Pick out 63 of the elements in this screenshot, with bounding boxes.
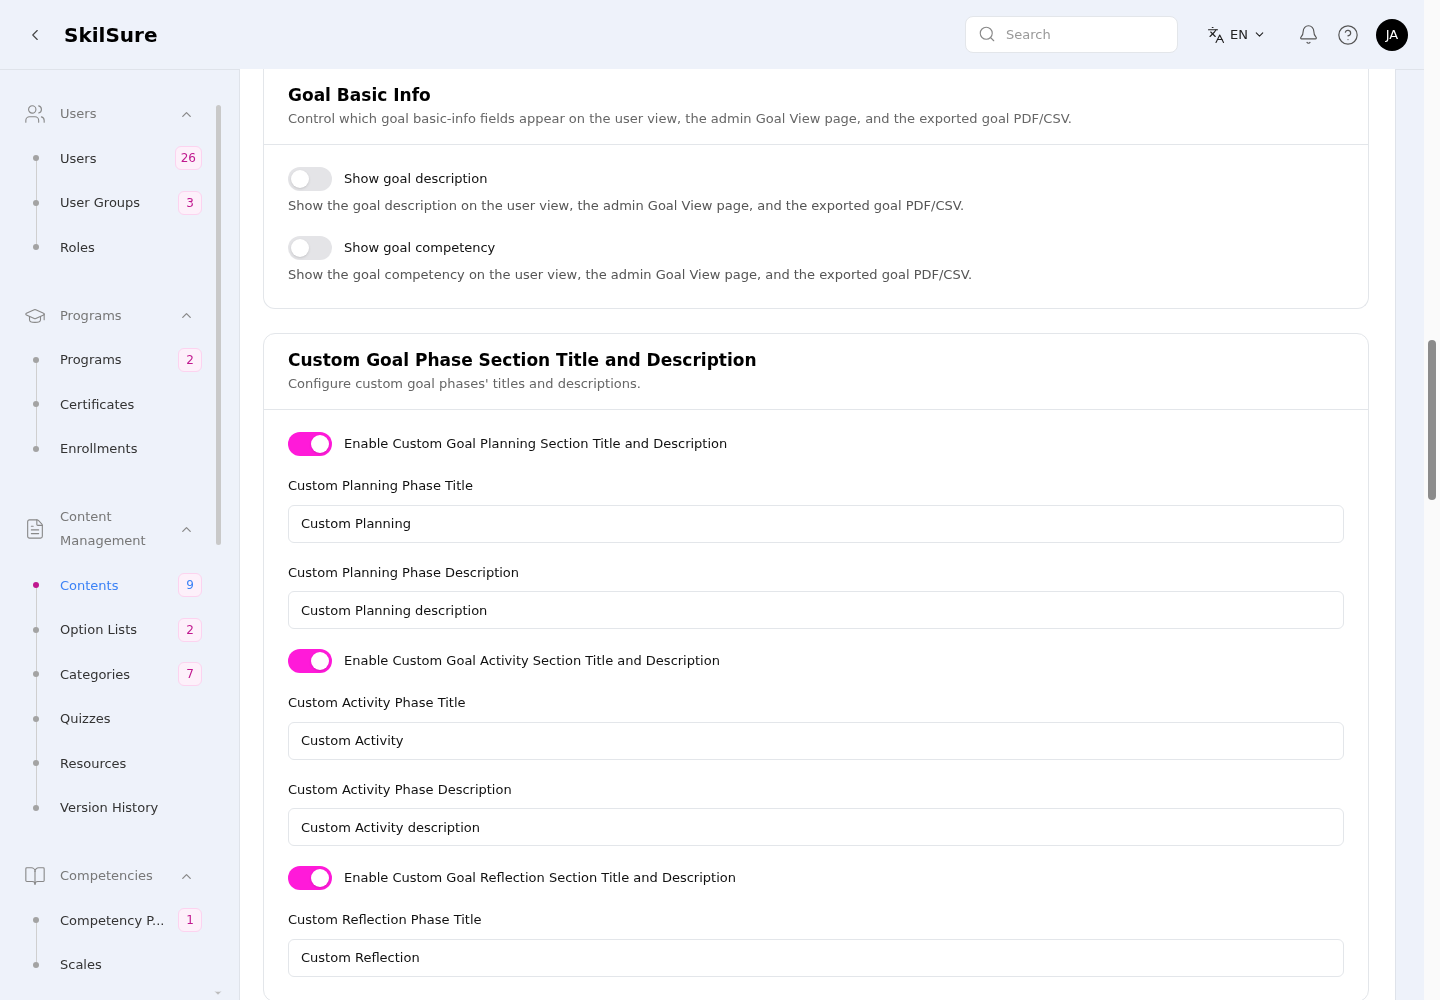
field-label: Custom Reflection Phase Title [288,911,483,929]
count-badge: 2 [178,617,202,642]
count-badge: 9 [178,573,202,598]
count-badge: 2 [178,347,202,372]
toggle-label: Enable Custom Goal Planning Section Title and Description [344,435,728,454]
toggle-label: Enable Custom Goal Reflection Section Title and Description [344,869,736,888]
nav-item[interactable]: Certificates [60,394,202,414]
count-badge: 3 [178,190,202,215]
nav-item[interactable]: Version History [60,798,202,818]
input-field[interactable]: Custom Activity [288,721,1344,760]
count-badge: 1 [178,908,202,933]
input-field[interactable]: Custom Planning description [288,591,1344,629]
search-field[interactable]: Search [965,16,1179,53]
toggle-switch[interactable] [288,649,332,673]
card-description: Control which goal basic-info fields appear on the user view, the admin Goal View page, and the exported goal PDF/CSV. [288,110,1073,128]
toggle-label: Show goal competency [344,238,496,257]
language-selector[interactable]: EN [1207,24,1266,45]
field-label: Custom Activity Phase Description [288,780,513,799]
sidebar-scrollbar[interactable] [216,105,221,545]
help-text: Show the goal competency on the user view, the admin Goal View page, and the exported goal PDF/CSV. [288,265,974,284]
notifications-button[interactable] [1298,24,1319,45]
app-logo: SkilSure [64,21,158,49]
count-badge: 7 [178,662,202,687]
card-description: Configure custom goal phases' titles and descriptions. [288,375,642,393]
toggle-switch[interactable] [288,866,332,890]
input-field[interactable]: Custom Planning [288,504,1344,543]
field-label: Custom Activity Phase Title [288,694,467,712]
toggle-label: Show goal description [344,170,488,189]
help-text: Show the goal description on the user view, the admin Goal View page, and the exported goal PDF/CSV. [288,197,966,215]
nav-item[interactable]: Competency P... [60,910,178,930]
field-label: Custom Planning Phase Description [288,563,521,582]
field-label: Custom Planning Phase Title [288,477,474,495]
nav-item[interactable]: Resources [60,753,202,773]
nav-item[interactable]: Users [60,148,175,168]
toggle-switch[interactable] [288,167,332,191]
page-scrollbar[interactable] [1424,0,1440,1000]
input-field[interactable]: Custom Reflection [288,938,1344,977]
input-field[interactable]: Custom Activity description [288,808,1344,846]
nav-item[interactable]: Roles [60,237,202,257]
card-title: Goal Basic Info [288,84,432,107]
card-title: Custom Goal Phase Section Title and Description [288,349,758,372]
nav-item[interactable]: User Groups [60,193,178,213]
nav-item[interactable]: Categories [60,664,178,684]
toggle-switch[interactable] [288,432,332,456]
users-icon [24,103,46,125]
nav-group-header[interactable]: Programs [0,293,208,338]
toggle-label: Enable Custom Goal Activity Section Title and Description [344,652,720,671]
nav-group-header[interactable]: Content Management [0,495,208,563]
nav-item[interactable]: Option Lists [60,620,178,640]
search-icon [978,25,997,43]
nav-item[interactable]: Programs [60,350,178,370]
nav-group-header[interactable]: Competencies [0,854,208,898]
book-icon [24,865,46,887]
count-badge: 26 [174,146,202,171]
translate-icon [1207,25,1226,44]
nav-group-header[interactable]: Users [0,92,208,136]
nav-item[interactable]: Enrollments [60,439,202,459]
user-avatar[interactable]: JA [1376,18,1408,51]
help-button[interactable] [1337,23,1359,46]
document-icon [24,518,46,540]
toggle-switch[interactable] [288,235,332,260]
nav-item[interactable]: Quizzes [60,709,202,729]
nav-item[interactable]: Scales [60,955,202,975]
